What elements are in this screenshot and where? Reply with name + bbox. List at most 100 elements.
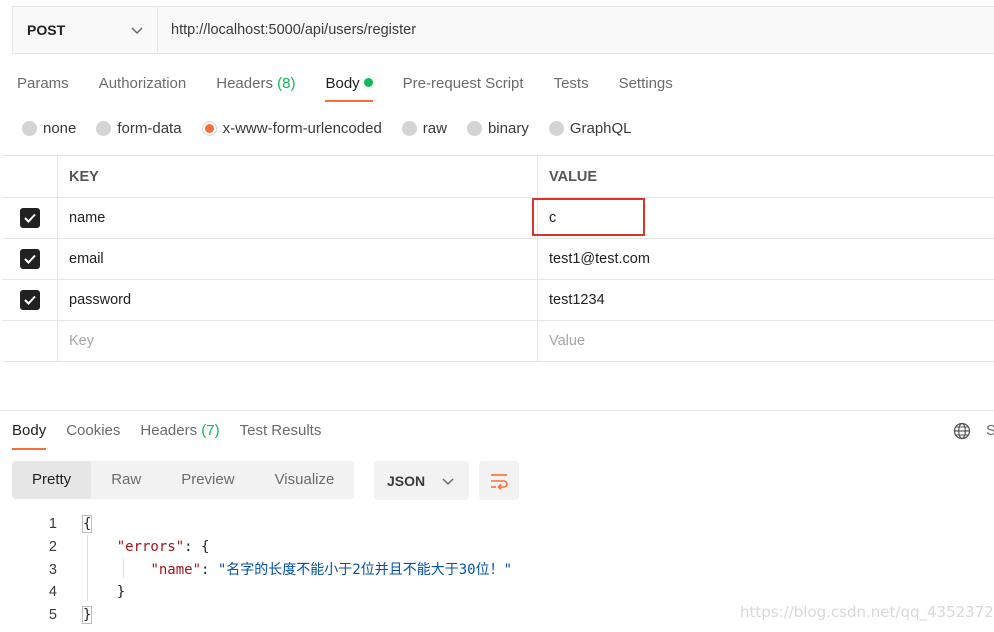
code-line: 2 "errors": { [0,536,994,559]
json-key: "errors" [116,538,185,555]
response-tabs: Body Cookies Headers (7) Test Results [12,420,341,450]
truncated-label: S [986,422,994,439]
tab-label: Tests [553,75,589,92]
row-check-cell [2,280,58,320]
format-label: JSON [387,472,426,489]
method-select[interactable]: POST [13,7,158,53]
new-value-input[interactable]: Value [538,321,994,361]
radio-x-www-form-urlencoded[interactable]: x-www-form-urlencoded [201,120,382,137]
row-checkbox[interactable] [19,249,40,269]
code-text: } [83,581,125,604]
tab-label: Headers [216,75,273,92]
tab-label: Cookies [66,422,121,439]
checkmark-icon [23,254,36,264]
code-line: 1 { [0,513,994,536]
value-cell[interactable]: test1234 [538,280,994,320]
body-type-group: none form-data x-www-form-urlencoded raw… [22,120,652,137]
view-mode-segment: Pretty Raw Preview Visualize [12,461,355,499]
tab-params[interactable]: Params [17,72,69,102]
radio-form-data[interactable]: form-data [96,120,182,137]
radio-icon [401,121,417,136]
code-line: 4 } [0,581,994,604]
table-row: password test1234 [2,280,994,321]
tab-label: Params [17,75,69,92]
code-text: } [81,604,93,627]
checkmark-icon [23,295,36,305]
radio-label: GraphQL [569,120,632,137]
view-preview[interactable]: Preview [161,461,254,499]
radio-label: x-www-form-urlencoded [222,120,382,137]
close-brace: } [81,606,93,625]
tab-pre-request-script[interactable]: Pre-request Script [403,72,524,102]
tab-label: Test Results [239,422,322,439]
view-raw[interactable]: Raw [91,461,161,499]
row-check-cell [2,321,58,361]
tab-response-headers[interactable]: Headers (7) [140,420,219,450]
row-checkbox[interactable] [19,208,40,228]
new-key-input[interactable]: Key [58,321,538,361]
open-brace: { [81,515,93,533]
wrap-lines-icon [491,473,508,490]
code-text: "name": "名字的长度不能小于2位并且不能大于30位！" [83,559,512,582]
view-visualize[interactable]: Visualize [255,461,355,499]
radio-binary[interactable]: binary [466,120,529,137]
tab-headers[interactable]: Headers (8) [216,72,295,102]
tab-test-results[interactable]: Test Results [240,420,322,450]
tab-label: Headers [140,422,198,439]
chevron-down-icon [131,27,143,35]
tab-label: Authorization [98,75,187,92]
radio-selected-icon [201,121,217,136]
method-label: POST [27,22,66,38]
headers-count: (8) [277,75,296,92]
row-checkbox[interactable] [19,290,40,310]
chevron-down-icon [442,477,454,485]
json-key: "name" [150,561,202,578]
params-table: KEY VALUE name c email test1@test.com pa… [2,155,994,362]
line-number: 4 [48,584,57,601]
key-column-header: KEY [58,156,538,197]
url-text: http://localhost:5000/api/users/register [171,22,417,38]
radio-icon [466,121,482,136]
tab-label: Body [325,75,360,92]
view-pretty[interactable]: Pretty [12,461,92,499]
value-cell[interactable]: test1@test.com [538,239,994,279]
watermark: https://blog.csdn.net/qq_43523725 [740,603,994,621]
url-input[interactable]: http://localhost:5000/api/users/register [158,7,994,53]
radio-label: none [43,120,77,137]
radio-none[interactable]: none [22,120,76,137]
code-text: { [81,513,93,536]
json-punct: : { [184,538,210,555]
tab-label: Body [12,422,47,439]
radio-icon [96,121,112,136]
radio-raw[interactable]: raw [401,120,447,137]
new-row: Key Value [2,321,994,362]
value-column-header: VALUE [549,168,598,185]
line-number: 5 [48,607,57,624]
tab-body[interactable]: Body [325,72,373,102]
request-bar: POST http://localhost:5000/api/users/reg… [12,6,994,54]
globe-icon[interactable] [953,422,971,440]
tab-authorization[interactable]: Authorization [99,72,187,102]
key-cell[interactable]: password [58,280,538,320]
radio-icon [548,121,564,136]
tab-settings[interactable]: Settings [619,72,673,102]
radio-label: form-data [117,120,182,137]
tab-cookies[interactable]: Cookies [66,420,120,450]
wrap-lines-button[interactable] [479,461,519,500]
radio-graphql[interactable]: GraphQL [548,120,632,137]
table-row: name c [2,198,994,239]
radio-label: binary [487,120,529,137]
inner-close-brace: } [116,584,126,601]
table-row: email test1@test.com [2,239,994,280]
key-cell[interactable]: name [58,198,538,238]
key-cell[interactable]: email [58,239,538,279]
tab-response-body[interactable]: Body [12,420,47,450]
value-cell[interactable]: c [538,198,994,238]
tab-label: Pre-request Script [402,75,524,92]
table-header-row: KEY VALUE [2,156,994,198]
tab-tests[interactable]: Tests [554,72,589,102]
radio-label: raw [422,120,447,137]
headers-count: (7) [201,422,220,439]
radio-icon [22,121,37,136]
format-select[interactable]: JSON [374,461,469,500]
